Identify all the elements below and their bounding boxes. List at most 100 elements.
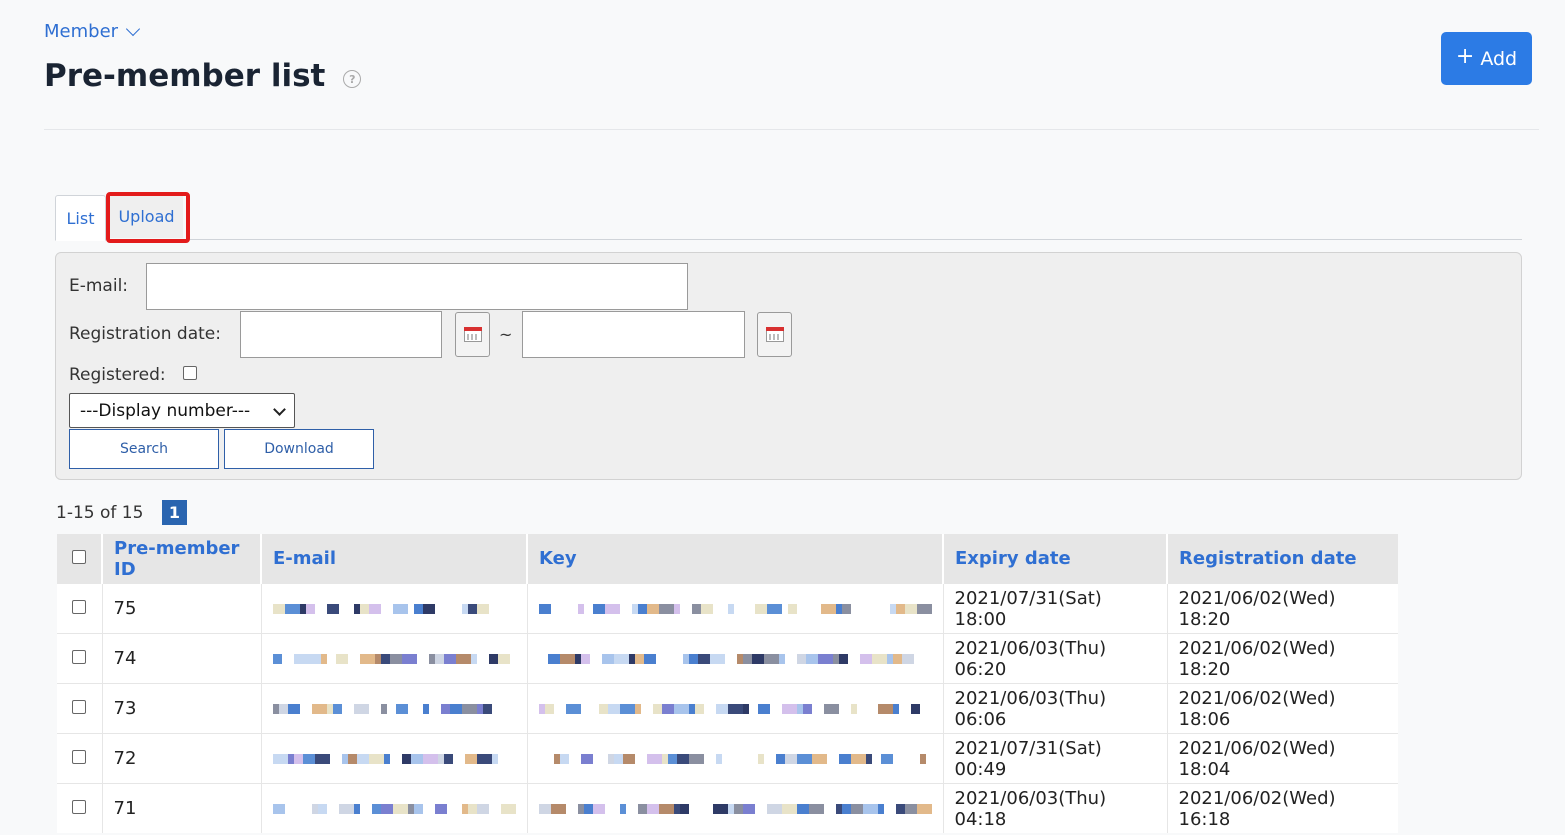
redacted-value [272, 753, 516, 764]
pre-member-table: Pre-member ID E-mail Key Expiry date Reg… [57, 534, 1398, 833]
redacted-block [866, 704, 878, 714]
registration-date-from-field[interactable] [240, 311, 442, 358]
email-field[interactable] [146, 263, 688, 310]
redacted-block [380, 653, 390, 664]
download-button[interactable]: Download [224, 429, 374, 469]
registration-date-to-field[interactable] [522, 311, 745, 358]
calendar-icon [765, 327, 784, 342]
redacted-block [722, 754, 731, 764]
redacted-block [392, 803, 408, 814]
redacted-block [476, 803, 489, 814]
row-checkbox-cell [57, 783, 103, 833]
row-checkbox[interactable] [72, 800, 87, 814]
redacted-block [359, 653, 375, 664]
calendar-from-button[interactable] [455, 312, 490, 357]
help-icon[interactable]: ? [343, 70, 362, 88]
table-row[interactable]: 72 2021/07/31(Sat) 00:49 2021/06/02(Wed) 1… [57, 733, 1398, 784]
redacted-block [613, 753, 623, 764]
redacted-block [401, 753, 411, 764]
pagination-page-1[interactable]: 1 [162, 500, 187, 525]
redacted-block [613, 653, 629, 664]
redacted-block [757, 703, 770, 714]
calendar-to-button[interactable] [757, 312, 792, 357]
cell-email [261, 633, 528, 684]
redacted-block [500, 803, 516, 814]
redacted-block [817, 653, 833, 664]
redacted-block [580, 653, 590, 664]
redacted-block [583, 803, 593, 814]
redacted-block [796, 653, 806, 664]
search-button[interactable]: Search [69, 429, 219, 469]
redacted-block [646, 803, 659, 814]
redacted-block [763, 653, 779, 664]
redacted-block [598, 703, 608, 714]
breadcrumb-label: Member [44, 21, 119, 42]
redacted-block [823, 703, 839, 714]
row-checkbox[interactable] [72, 700, 87, 714]
redacted-block [342, 704, 354, 714]
redacted-block [731, 754, 743, 764]
redacted-block [422, 753, 438, 764]
redacted-block [353, 703, 369, 714]
select-all-checkbox[interactable] [72, 550, 86, 564]
add-button[interactable]: + Add [1441, 32, 1532, 85]
column-header-email[interactable]: E-mail [261, 534, 528, 584]
redacted-block [673, 703, 689, 714]
redacted-block [796, 753, 812, 764]
breadcrumb[interactable]: Member [44, 21, 141, 42]
column-header-id[interactable]: Pre-member ID [102, 534, 262, 584]
redacted-block [668, 654, 683, 664]
redacted-value [538, 603, 932, 614]
plus-icon: + [1455, 44, 1475, 69]
table-row[interactable]: 71 2021/06/03(Thu) 04:18 2021/06/02(Wed) 1… [57, 783, 1398, 833]
redacted-block [338, 803, 354, 814]
redacted-block [808, 803, 824, 814]
cell-id: 73 [102, 683, 262, 734]
column-header-expiry[interactable]: Expiry date [943, 534, 1168, 584]
column-header-registration[interactable]: Registration date [1167, 534, 1398, 584]
redacted-block [580, 753, 593, 764]
cell-key [527, 783, 944, 833]
redacted-block [293, 653, 306, 664]
redacted-value [272, 603, 516, 614]
redacted-block [905, 754, 920, 764]
row-checkbox[interactable] [72, 600, 87, 614]
redacted-block [488, 653, 498, 664]
redacted-block [634, 703, 641, 714]
display-number-select[interactable]: ---Display number--- [69, 393, 295, 428]
cell-id: 75 [102, 583, 262, 634]
page-title: Pre-member list ? [44, 58, 362, 94]
column-header-key[interactable]: Key [527, 534, 944, 584]
redacted-block [713, 604, 728, 614]
redacted-block [712, 803, 728, 814]
tab-list[interactable]: List [55, 195, 106, 241]
calendar-icon [463, 327, 482, 342]
display-number-value: ---Display number--- [80, 400, 251, 421]
redacted-block [368, 753, 384, 764]
row-checkbox[interactable] [72, 650, 87, 664]
redacted-block [353, 803, 360, 814]
row-checkbox[interactable] [72, 750, 87, 764]
registered-checkbox[interactable] [183, 366, 197, 380]
tab-upload[interactable]: Upload [110, 195, 183, 238]
redacted-value [538, 703, 932, 714]
redacted-block [550, 803, 566, 814]
row-checkbox-cell [57, 583, 103, 634]
redacted-block [643, 653, 656, 664]
redacted-block [697, 653, 710, 664]
redacted-block [284, 603, 300, 614]
redacted-block [422, 703, 429, 714]
redacted-block [646, 753, 662, 764]
cell-key [527, 733, 944, 784]
redacted-block [688, 653, 698, 664]
table-row[interactable]: 74 2021/06/03(Thu) 06:20 2021/06/02(Wed) 1… [57, 633, 1398, 684]
table-row[interactable]: 75 2021/07/31(Sat) 18:00 2021/06/02(Wed) 1… [57, 583, 1398, 634]
registration-date-label: Registration date: [69, 324, 221, 344]
registered-label: Registered: [69, 365, 166, 385]
email-label: E-mail: [69, 276, 129, 296]
redacted-block [919, 753, 926, 764]
table-row[interactable]: 73 2021/06/03(Thu) 06:06 2021/06/02(Wed) 1… [57, 683, 1398, 734]
redacted-block [482, 703, 492, 714]
cell-id: 74 [102, 633, 262, 684]
redacted-block [841, 803, 851, 814]
